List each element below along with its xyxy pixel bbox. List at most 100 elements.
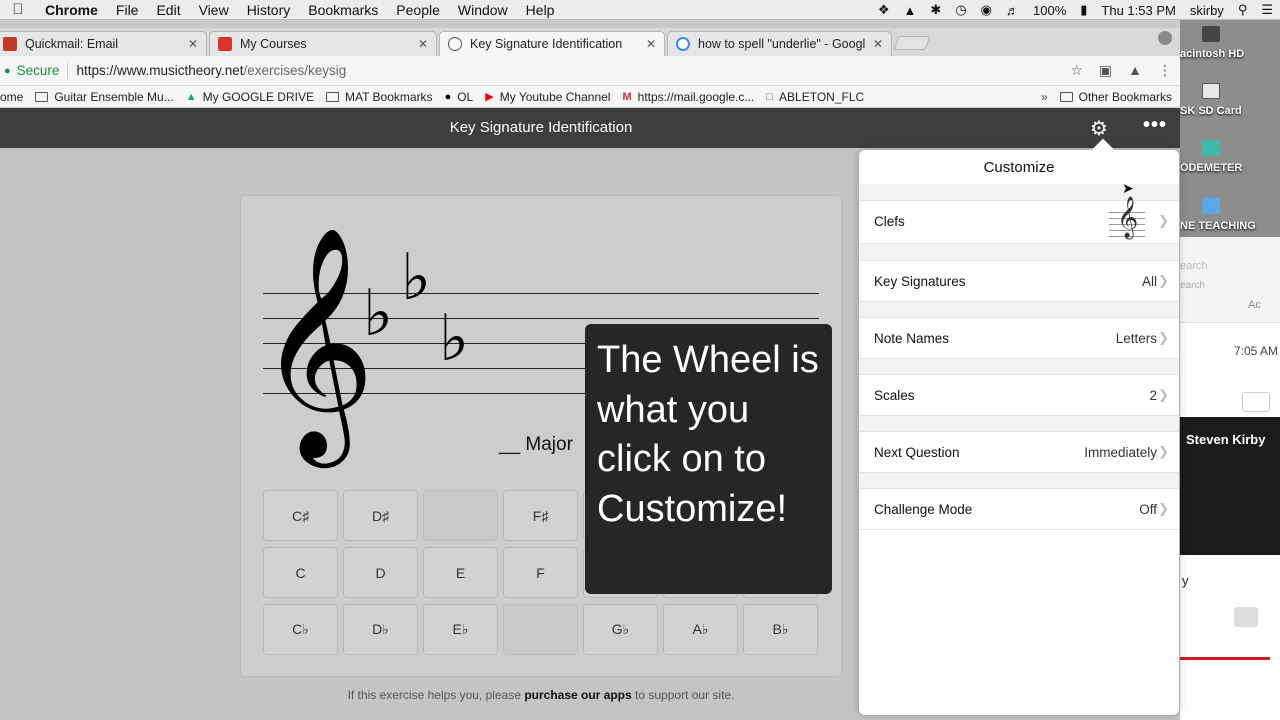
section-gap bbox=[859, 416, 1179, 431]
courses-favicon-icon bbox=[218, 37, 232, 51]
time-machine-icon[interactable]: ◷ bbox=[948, 2, 973, 18]
tab-key-signature[interactable]: Key Signature Identification ✕ bbox=[439, 31, 665, 56]
key-button[interactable]: D bbox=[343, 547, 418, 598]
section-gap bbox=[859, 473, 1179, 488]
menubar-clock[interactable]: Thu 1:53 PM bbox=[1094, 3, 1182, 18]
address-bar[interactable]: ● Secure https://www.musictheory.net/exe… bbox=[0, 56, 1180, 86]
flat-icon: ♭ bbox=[439, 302, 470, 376]
bookmark-other[interactable]: Other Bookmarks bbox=[1059, 90, 1172, 104]
key-button[interactable]: D♭ bbox=[343, 604, 418, 655]
menu-help[interactable]: Help bbox=[517, 2, 564, 18]
bookmark-google-drive[interactable]: ▲ My GOOGLE DRIVE bbox=[186, 90, 314, 104]
bookmark-youtube[interactable]: ▶ My Youtube Channel bbox=[485, 90, 610, 104]
extension-icon[interactable]: ▣ bbox=[1099, 62, 1112, 79]
flat-icon: ♭ bbox=[401, 241, 432, 315]
menu-file[interactable]: File bbox=[107, 2, 148, 18]
tab-my-courses[interactable]: My Courses ✕ bbox=[209, 31, 437, 56]
setting-key-signatures[interactable]: Key Signatures All ❯ bbox=[859, 260, 1179, 302]
bookmarks-bar: ome Guitar Ensemble Mu... ▲ My GOOGLE DRI… bbox=[0, 86, 1180, 108]
close-icon[interactable]: ✕ bbox=[646, 37, 656, 51]
menubar-user[interactable]: skirby bbox=[1183, 3, 1231, 18]
bookmark-gmail[interactable]: Mhttps://mail.google.c... bbox=[622, 90, 754, 104]
menu-window[interactable]: Window bbox=[449, 2, 517, 18]
background-mail-window: earch earch Ac 7:05 AM Steven Kirby y bbox=[1180, 237, 1280, 720]
setting-clefs[interactable]: Clefs 𝄞 ❯ bbox=[859, 200, 1179, 244]
menu-view[interactable]: View bbox=[190, 2, 238, 18]
browser-tools: ☆ ▣ ▲ ⋮ bbox=[1070, 62, 1172, 79]
bluetooth-icon[interactable]: ✱ bbox=[923, 2, 948, 18]
treble-clef-icon: 𝄞 bbox=[257, 225, 376, 458]
back-arrow-icon[interactable] bbox=[1234, 607, 1258, 627]
tutorial-caption: The Wheel is what you click on to Custom… bbox=[585, 324, 832, 594]
key-button[interactable]: A♭ bbox=[663, 604, 738, 655]
spotlight-icon[interactable]: ⚲ bbox=[1231, 2, 1255, 18]
bookmark-star-icon[interactable]: ☆ bbox=[1070, 62, 1083, 79]
dropbox-icon[interactable]: ❖ bbox=[871, 2, 897, 18]
folder-icon bbox=[35, 91, 49, 102]
chrome-menu-icon[interactable]: ⋮ bbox=[1158, 62, 1172, 79]
key-button[interactable]: E♭ bbox=[423, 604, 498, 655]
purchase-apps-link[interactable]: purchase our apps bbox=[524, 688, 631, 702]
mail-ac-label: Ac bbox=[1248, 299, 1261, 311]
mail-sender-name: Steven Kirby bbox=[1186, 432, 1266, 447]
menu-app-name[interactable]: Chrome bbox=[36, 2, 107, 18]
key-button[interactable]: F♯ bbox=[503, 490, 578, 541]
close-icon[interactable]: ✕ bbox=[188, 37, 198, 51]
lock-icon[interactable]: ● bbox=[4, 65, 11, 77]
notification-center-icon[interactable]: ☰ bbox=[1254, 2, 1280, 18]
key-button[interactable]: C♯ bbox=[263, 490, 338, 541]
bookmark-ableton[interactable]: □ ABLETON_FLC bbox=[766, 90, 864, 104]
menu-bookmarks[interactable]: Bookmarks bbox=[299, 2, 387, 18]
key-button[interactable]: F bbox=[503, 547, 578, 598]
key-button-empty bbox=[423, 490, 498, 541]
answer-prompt: __ Major bbox=[499, 434, 573, 455]
setting-next-question[interactable]: Next Question Immediately ❯ bbox=[859, 431, 1179, 473]
gear-icon[interactable]: ⚙ bbox=[1090, 116, 1108, 141]
close-icon[interactable]: ✕ bbox=[418, 37, 428, 51]
drive-icon[interactable]: ▲ bbox=[897, 3, 924, 18]
setting-note-names[interactable]: Note Names Letters ❯ bbox=[859, 317, 1179, 359]
menu-people[interactable]: People bbox=[387, 2, 449, 18]
drive-extension-icon[interactable]: ▲ bbox=[1128, 62, 1142, 79]
folder-icon bbox=[1059, 91, 1073, 102]
menu-edit[interactable]: Edit bbox=[147, 2, 189, 18]
app-header: Key Signature Identification ⚙ ••• bbox=[0, 108, 1180, 148]
chevron-right-icon: ❯ bbox=[1158, 444, 1169, 459]
setting-challenge-mode[interactable]: Challenge Mode Off ❯ bbox=[859, 488, 1179, 530]
more-icon[interactable]: ••• bbox=[1143, 114, 1167, 137]
mail-red-divider bbox=[1180, 657, 1270, 660]
bookmarks-overflow-button[interactable]: » bbox=[1041, 90, 1048, 104]
battery-icon[interactable]: ▮ bbox=[1073, 2, 1094, 18]
tab-google-search[interactable]: how to spell "underlie" - Googl ✕ bbox=[667, 31, 892, 56]
bookmarks-right: » Other Bookmarks bbox=[1041, 90, 1172, 104]
customize-title: Customize bbox=[983, 159, 1055, 176]
youtube-icon: ▶ bbox=[485, 91, 494, 103]
volume-icon[interactable]: ♬ bbox=[999, 3, 1026, 18]
key-button[interactable]: B♭ bbox=[743, 604, 818, 655]
secure-label[interactable]: Secure bbox=[17, 63, 60, 78]
key-button[interactable]: C bbox=[263, 547, 338, 598]
key-button[interactable]: E bbox=[423, 547, 498, 598]
bookmark-item[interactable]: ome bbox=[0, 90, 23, 104]
bookmark-folder-mat[interactable]: MAT Bookmarks bbox=[325, 90, 433, 104]
menubar-status-area: ❖ ▲ ✱ ◷ ◉ ♬ 100% ▮ Thu 1:53 PM skirby ⚲ … bbox=[871, 0, 1280, 20]
new-tab-button[interactable] bbox=[893, 36, 931, 50]
share-icon[interactable] bbox=[1242, 392, 1270, 412]
tab-quickmail[interactable]: Quickmail: Email ✕ bbox=[0, 31, 207, 56]
apple-menu-icon[interactable]:  bbox=[0, 1, 36, 18]
setting-scales[interactable]: Scales 2 ❯ bbox=[859, 374, 1179, 416]
key-button[interactable]: C♭ bbox=[263, 604, 338, 655]
wifi-icon[interactable]: ◉ bbox=[974, 2, 999, 18]
battery-percent[interactable]: 100% bbox=[1026, 3, 1073, 18]
section-gap bbox=[859, 302, 1179, 317]
url-host: https://www.musictheory.net bbox=[76, 63, 244, 78]
url-text[interactable]: https://www.musictheory.net/exercises/ke… bbox=[76, 63, 346, 78]
macos-menubar:  Chrome File Edit View History Bookmark… bbox=[0, 0, 1280, 20]
close-icon[interactable]: ✕ bbox=[873, 37, 883, 51]
key-button[interactable]: G♭ bbox=[583, 604, 658, 655]
menu-history[interactable]: History bbox=[238, 2, 300, 18]
bookmark-folder-guitar[interactable]: Guitar Ensemble Mu... bbox=[35, 90, 174, 104]
bookmark-ol[interactable]: ● OL bbox=[445, 90, 474, 104]
key-button[interactable]: D♯ bbox=[343, 490, 418, 541]
profile-icon[interactable] bbox=[1158, 31, 1172, 45]
